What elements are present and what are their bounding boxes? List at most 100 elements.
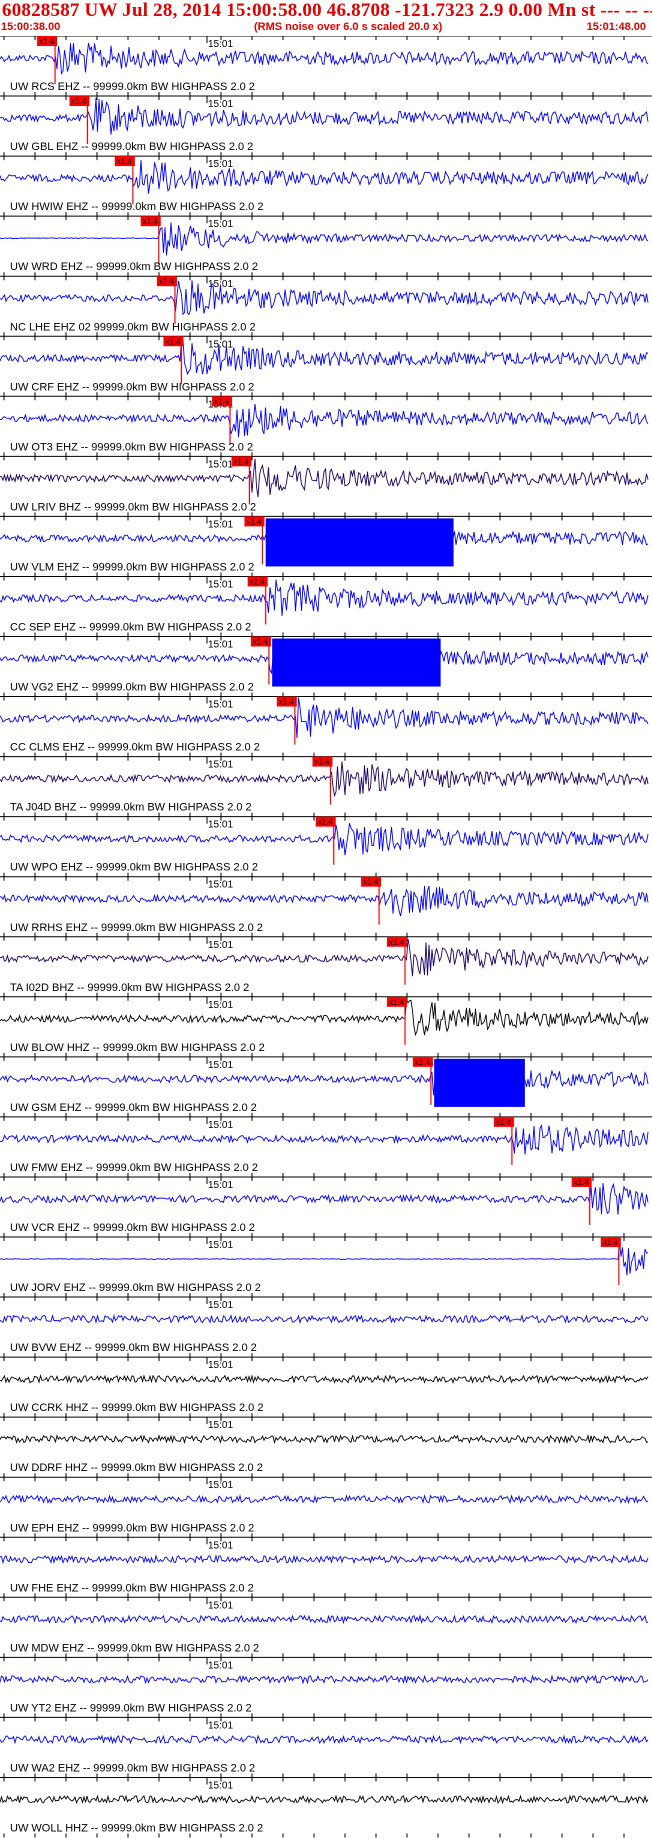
trace-row: 15:01 UW MDW EHZ -- 99999.0km BW HIGHPASS…	[0, 1596, 652, 1658]
station-label: UW OT3 EHZ -- 99999.0km BW HIGHPASS 2.0 …	[10, 441, 253, 453]
seismogram-panel: 15:01 x1.4 UW RCS EHZ -- 99999.0km BW HIGH…	[0, 36, 652, 1838]
trace-row: 15:01 x1.4 UW RCS EHZ -- 99999.0km BW HIGH…	[0, 36, 652, 97]
station-label: TA J04D BHZ -- 99999.0km BW HIGHPASS 2.0…	[10, 802, 252, 814]
noise-note: (RMS noise over 6.0 s scaled 20.0 x)	[254, 21, 443, 33]
minute-label: 15:01	[208, 1240, 233, 1251]
end-time: 15:01:48.00	[586, 21, 646, 33]
waveform	[0, 160, 649, 194]
trace-row: 15:01 UW EPH EHZ -- 99999.0km BW HIGHPASS…	[0, 1476, 652, 1538]
station-label: UW FHE EHZ -- 99999.0km BW HIGHPASS 2.0 …	[10, 1582, 254, 1594]
trace-row: 15:01 x1.4 TA I02D BHZ -- 99999.0km BW HIG…	[0, 936, 652, 997]
pick-label: x1.4	[363, 878, 379, 887]
pick-label: x1.4	[574, 1178, 590, 1187]
waveform	[0, 222, 649, 256]
waveform	[0, 1313, 649, 1325]
trace-row: 15:01x1.4UW OT3 EHZ -- 99999.0km BW HIGH…	[0, 395, 652, 457]
minute-label: 15:01	[208, 339, 233, 350]
waveform	[0, 697, 649, 739]
trace-row: 15:01 x1.4 UW JORV EHZ -- 99999.0km BW HIG…	[0, 1236, 652, 1298]
minute-label: 15:01	[208, 579, 233, 590]
trace-row: 15:01 UW CCRK HHZ -- 99999.0km BW HIGHPAS…	[0, 1356, 652, 1418]
station-label: CC SEP EHZ -- 99999.0km BW HIGHPASS 2.0 …	[10, 622, 251, 634]
pick-label: x1.4	[214, 397, 230, 406]
waveform	[0, 579, 649, 616]
trace-row: 15:01x1.4NC LHE EHZ 02 99999.0km BW HIGH…	[0, 275, 652, 337]
pick-label: x1.4	[143, 217, 159, 226]
trace-row: 15:01 x1.4 CC CLMS EHZ -- 99999.0km BW HIG…	[0, 696, 652, 757]
waveform	[0, 1794, 649, 1805]
station-label: UW MDW EHZ -- 99999.0km BW HIGHPASS 2.0 …	[10, 1642, 259, 1654]
pick-label: x1.4	[71, 97, 87, 106]
station-label: UW YT2 EHZ -- 99999.0km BW HIGHPASS 2.0 …	[10, 1702, 252, 1714]
pick-label: x1.4	[39, 37, 55, 46]
minute-label: 15:01	[208, 1000, 233, 1011]
trace-row: 15:01 x1.4 UW RRHS EHZ -- 99999.0km BW HIG…	[0, 876, 652, 937]
minute-label: 15:01	[208, 219, 233, 230]
pick-label: x1.4	[415, 1058, 431, 1067]
pick-label: x1.4	[253, 638, 269, 647]
trace-row: 15:01 UW DDRF HHZ -- 99999.0km BW HIGHPAS…	[0, 1416, 652, 1478]
station-label: UW BVW EHZ -- 99999.0km BW HIGHPASS 2.0 …	[10, 1342, 257, 1354]
pick-label: x1.4	[389, 998, 405, 1007]
minute-label: 15:01	[208, 1600, 233, 1611]
station-label: UW VLM EHZ -- 99999.0km BW HIGHPASS 2.0 …	[10, 561, 254, 573]
minute-label: 15:01	[208, 700, 233, 711]
waveform	[0, 403, 649, 438]
waveform	[0, 1494, 649, 1505]
trace-row: 15:01 x1.4 UW GBL EHZ -- 99999.0km BW HIGH…	[0, 95, 652, 157]
minute-label: 15:01	[208, 640, 233, 651]
minute-label: 15:01	[208, 1120, 233, 1131]
waveform	[0, 997, 649, 1037]
waveform	[0, 1434, 649, 1445]
minute-label: 15:01	[208, 940, 233, 951]
trace-row: 15:01 x1.4 CC SEP EHZ -- 99999.0km BW HIGH…	[0, 575, 652, 637]
station-label: UW EPH EHZ -- 99999.0km BW HIGHPASS 2.0 …	[10, 1522, 254, 1534]
waveform	[0, 458, 649, 498]
minute-label: 15:01	[208, 1660, 233, 1671]
station-label: UW DDRF HHZ -- 99999.0km BW HIGHPASS 2.0…	[10, 1462, 263, 1474]
pick-label: x1.4	[246, 517, 262, 526]
trace-row: 15:01 x1.4 UW WPO EHZ -- 99999.0km BW HIGH…	[0, 816, 652, 877]
trace-row: 15:01 UW FHE EHZ -- 99999.0km BW HIGHPASS…	[0, 1536, 652, 1598]
event-title: 60828587 UW Jul 28, 2014 15:00:58.00 46.…	[2, 0, 652, 21]
station-label: UW VG2 EHZ -- 99999.0km BW HIGHPASS 2.0 …	[10, 682, 254, 694]
trace-row: 15:01 x1.4 UW GSM EHZ -- 99999.0km BW HIGH…	[0, 1056, 652, 1117]
minute-label: 15:01	[208, 1780, 233, 1791]
station-label: UW WA2 EHZ -- 99999.0km BW HIGHPASS 2.0 …	[10, 1762, 255, 1774]
clipped-signal	[272, 638, 441, 687]
minute-label: 15:01	[208, 1060, 233, 1071]
minute-label: 15:01	[208, 760, 233, 771]
waveform	[0, 823, 649, 856]
minute-label: 15:01	[208, 1180, 233, 1191]
trace-row: 15:01 x1.4 UW FMW EHZ -- 99999.0km BW HIGH…	[0, 1116, 652, 1177]
trace-row: 15:01 UW BVW EHZ -- 99999.0km BW HIGHPASS…	[0, 1296, 652, 1358]
station-label: UW CCRK HHZ -- 99999.0km BW HIGHPASS 2.0…	[10, 1402, 263, 1414]
waveform	[0, 1374, 649, 1385]
station-label: UW GSM EHZ -- 99999.0km BW HIGHPASS 2.0 …	[10, 1102, 257, 1114]
trace-row: 15:01 UW WOLL HHZ -- 99999.0km BW HIGHPAS…	[0, 1776, 652, 1838]
trace-row: 15:01x1.4UW HWIW EHZ -- 99999.0km BW HIG…	[0, 155, 652, 217]
pick-label: x1.4	[603, 1238, 619, 1247]
minute-label: 15:01	[208, 1420, 233, 1431]
trace-row: 15:01 x1.4 UW VCR EHZ -- 99999.0km BW HIGH…	[0, 1176, 652, 1237]
clipped-signal	[265, 518, 454, 567]
pick-label: x1.4	[117, 157, 133, 166]
station-label: UW WRD EHZ -- 99999.0km BW HIGHPASS 2.0 …	[10, 261, 258, 273]
station-label: UW JORV EHZ -- 99999.0km BW HIGHPASS 2.0…	[10, 1282, 261, 1294]
trace-row: 15:01 x1.4 TA J04D BHZ -- 99999.0km BW HIG…	[0, 756, 652, 817]
clipped-signal	[434, 1058, 525, 1107]
station-label: UW WOLL HHZ -- 99999.0km BW HIGHPASS 2.0…	[10, 1823, 263, 1835]
waveform	[0, 1554, 649, 1565]
minute-label: 15:01	[208, 1360, 233, 1371]
waveform	[0, 1069, 649, 1096]
waveform	[0, 42, 649, 76]
minute-label: 15:01	[208, 880, 233, 891]
station-label: UW BLOW HHZ -- 99999.0km BW HIGHPASS 2.0…	[10, 1042, 265, 1054]
station-label: UW WPO EHZ -- 99999.0km BW HIGHPASS 2.0 …	[10, 862, 258, 874]
station-label: UW FMW EHZ -- 99999.0km BW HIGHPASS 2.0 …	[10, 1162, 258, 1174]
waveform	[0, 1674, 649, 1685]
trace-row: 15:01 x1.4 UW VG2 EHZ -- 99999.0km BW HIGH…	[0, 636, 652, 697]
trace-row: 15:01 x1.4 UW CRF EHZ -- 99999.0km BW HIGH…	[0, 335, 652, 397]
trace-row: 15:01 x1.4 UW BLOW HHZ -- 99999.0km BW HIG…	[0, 996, 652, 1057]
pick-label: x1.4	[496, 1118, 512, 1127]
